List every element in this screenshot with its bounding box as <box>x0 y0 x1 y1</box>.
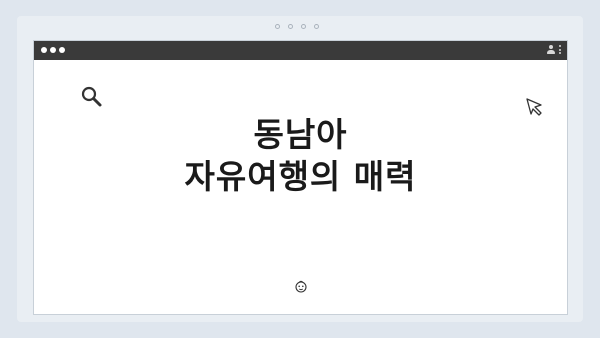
headline-line-1: 동남아 <box>253 115 348 154</box>
face-icon <box>295 280 307 293</box>
headline-line-2: 자유여행의 매력 <box>184 157 417 196</box>
pagination-dot <box>301 24 306 29</box>
window-control-dot[interactable] <box>50 47 56 53</box>
search-icon <box>81 86 102 107</box>
browser-window: 동남아 자유여행의 매력 <box>33 40 568 315</box>
titlebar-actions <box>546 44 561 55</box>
kebab-menu-icon[interactable] <box>559 45 561 54</box>
top-pagination-dots <box>275 24 319 29</box>
window-control-dot[interactable] <box>41 47 47 53</box>
pagination-dot <box>288 24 293 29</box>
pagination-dot <box>314 24 319 29</box>
window-control-dot[interactable] <box>59 47 65 53</box>
profile-icon[interactable] <box>546 44 556 55</box>
page-headline: 동남아 자유여행의 매력 <box>34 114 567 198</box>
window-titlebar <box>34 41 567 60</box>
window-controls <box>41 47 65 53</box>
pagination-dot <box>275 24 280 29</box>
